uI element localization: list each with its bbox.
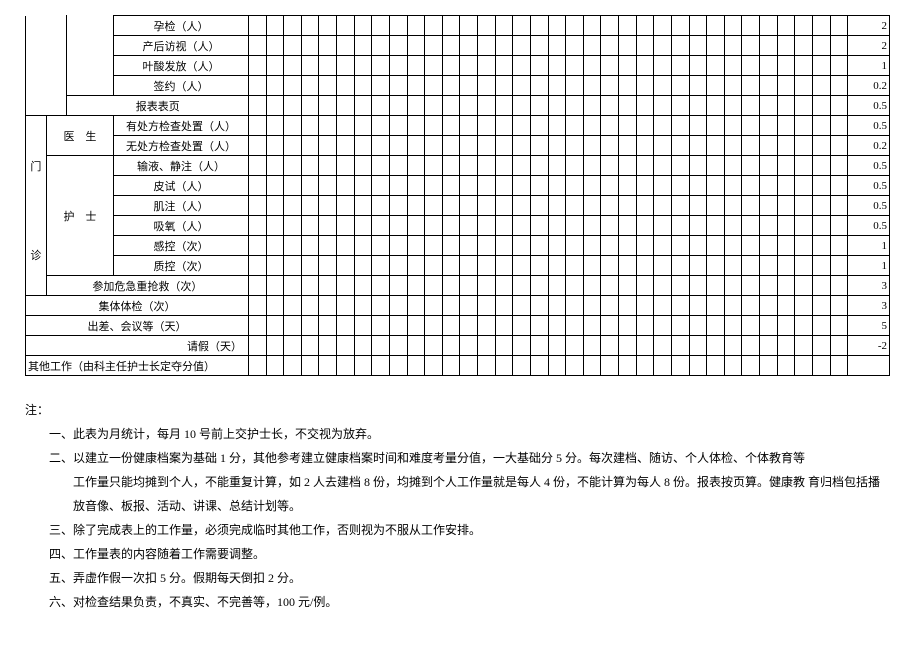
row-lbl: 肌注（人）: [114, 196, 249, 216]
row-lbl: 产后访视（人）: [114, 36, 249, 56]
row-lbl: 皮试（人）: [114, 176, 249, 196]
row-lbl: 出差、会议等（天）: [26, 316, 249, 336]
row-lbl: 集体体检（次）: [26, 296, 249, 316]
notes-head: 注：: [25, 398, 890, 422]
row-lbl: 有处方检查处置（人）: [114, 116, 249, 136]
note-3: 三、除了完成表上的工作量，必须完成临时其他工作，否则视为不服从工作安排。: [25, 518, 890, 542]
row-lbl: 感控（次）: [114, 236, 249, 256]
side-clinic: 诊: [26, 216, 47, 296]
row-score: 1: [848, 56, 890, 76]
notes-section: 注： 一、此表为月统计，每月 10 号前上交护士长，不交视为放弃。 二、以建立一…: [25, 398, 890, 614]
note-6: 六、对检查结果负责，不真实、不完善等，100 元/例。: [25, 590, 890, 614]
note-1: 一、此表为月统计，每月 10 号前上交护士长，不交视为放弃。: [25, 422, 890, 446]
row-lbl: 叶酸发放（人）: [114, 56, 249, 76]
row-score: 0.2: [848, 136, 890, 156]
row-score: -2: [848, 336, 890, 356]
side-doctor: 医 生: [46, 116, 113, 156]
row-lbl: 签约（人）: [114, 76, 249, 96]
row-score: 5: [848, 316, 890, 336]
side-out: 门: [26, 116, 47, 216]
row-lbl: 其他工作（由科主任护士长定夺分值）: [26, 356, 249, 376]
row-lbl: 无处方检查处置（人）: [114, 136, 249, 156]
side-nurse: 护 士: [46, 156, 113, 276]
row-lbl: 请假（天）: [26, 336, 249, 356]
row-lbl: 吸氧（人）: [114, 216, 249, 236]
row-score: 2: [848, 16, 890, 36]
note-4: 四、工作量表的内容随着工作需要调整。: [25, 542, 890, 566]
row-score: 3: [848, 296, 890, 316]
row-score: 1: [848, 256, 890, 276]
row-lbl: 孕检（人）: [114, 16, 249, 36]
note-2a: 二、以建立一份健康档案为基础 1 分，其他参考建立健康档案时间和难度考量分值，一…: [25, 446, 890, 470]
row-score: 3: [848, 276, 890, 296]
workload-table: 孕检（人） 2 产后访视（人） 2 叶酸发放（人） 1 签约（人） 0.2 报表…: [25, 15, 890, 376]
row-score: 0.5: [848, 96, 890, 116]
note-2b: 工作量只能均摊到个人，不能重复计算，如 2 人去建档 8 份，均摊到个人工作量就…: [25, 470, 890, 494]
row-lbl: 输液、静注（人）: [114, 156, 249, 176]
row-score: 0.5: [848, 196, 890, 216]
note-2c: 放音像、板报、活动、讲课、总结计划等。: [25, 494, 890, 518]
row-score: 1: [848, 236, 890, 256]
row-lbl: 质控（次）: [114, 256, 249, 276]
row-score: 0.5: [848, 116, 890, 136]
row-lbl: 报表表页: [67, 96, 249, 116]
row-score: [848, 356, 890, 376]
note-5: 五、弄虚作假一次扣 5 分。假期每天倒扣 2 分。: [25, 566, 890, 590]
row-score: 0.5: [848, 176, 890, 196]
row-score: 2: [848, 36, 890, 56]
row-score: 0.2: [848, 76, 890, 96]
row-score: 0.5: [848, 216, 890, 236]
row-score: 0.5: [848, 156, 890, 176]
row-lbl: 参加危急重抢救（次）: [46, 276, 248, 296]
